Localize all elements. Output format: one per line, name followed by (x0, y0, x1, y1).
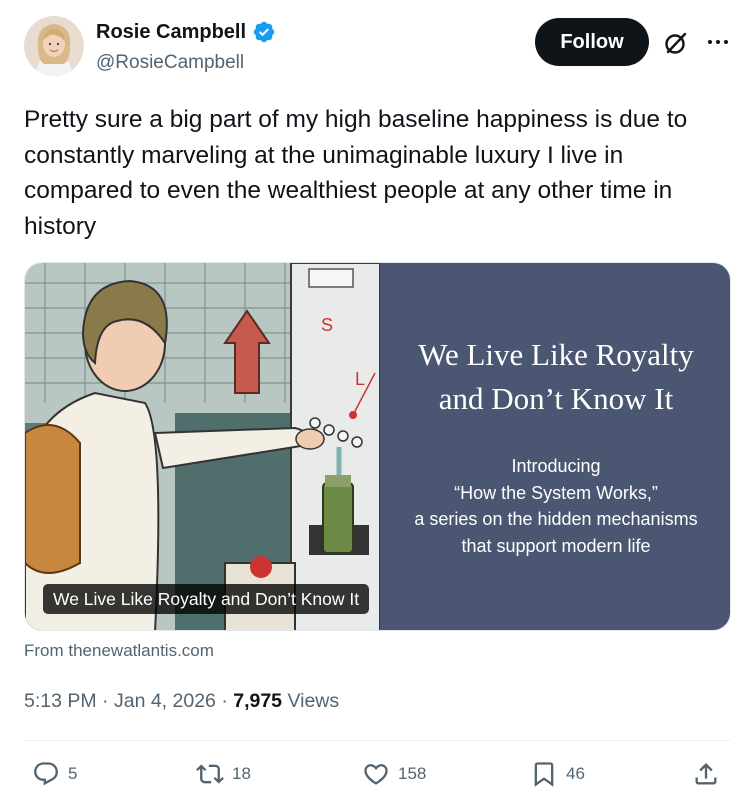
card-source[interactable]: From thenewatlantis.com (24, 641, 214, 661)
card-intro-line: “How the System Works,” (454, 482, 658, 503)
bookmark-button[interactable]: 46 (530, 760, 585, 788)
like-button[interactable]: 158 (362, 760, 426, 788)
grok-icon[interactable] (663, 30, 689, 56)
card-title-line: We Live Like Royalty (418, 337, 694, 372)
link-card[interactable]: S L We Live Like Royalty and Don’t Know … (24, 262, 731, 631)
repost-count: 18 (232, 764, 251, 783)
reply-count: 5 (68, 764, 78, 783)
repost-icon (196, 764, 224, 784)
verified-badge-icon[interactable] (252, 20, 276, 44)
views-label: Views (287, 690, 340, 712)
meta-separator: · (221, 690, 228, 712)
bookmark-count: 46 (566, 764, 585, 783)
like-count: 158 (398, 764, 427, 783)
card-intro-line: a series on the hidden mechanisms (414, 509, 698, 529)
svg-text:L: L (355, 369, 365, 389)
share-button[interactable] (692, 760, 720, 788)
more-options-icon[interactable] (704, 30, 732, 54)
tweet-time[interactable]: 5:13 PM (24, 690, 97, 712)
action-bar: 5 18 158 46 (0, 760, 755, 794)
author-name[interactable]: Rosie Campbell (96, 21, 246, 44)
card-intro-line: Introducing (511, 456, 601, 476)
card-illustration: S L (25, 263, 381, 630)
card-panel: We Live Like Royalty and Don’t Know It I… (380, 263, 730, 630)
author-handle[interactable]: @RosieCampbell (96, 52, 244, 74)
meta-separator: · (102, 690, 109, 712)
author-avatar[interactable] (24, 16, 84, 76)
divider (24, 740, 731, 741)
tweet-date[interactable]: Jan 4, 2026 (114, 690, 216, 712)
views-count: 7,975 (233, 690, 283, 712)
tweet-meta: 5:13 PM · Jan 4, 2026 · 7,975 Views (24, 690, 339, 713)
card-title: We Live Like Royalty and Don’t Know It (380, 333, 730, 421)
repost-button[interactable]: 18 (196, 760, 251, 788)
card-intro-line: that support modern life (461, 535, 651, 556)
tweet-text: Pretty sure a big part of my high baseli… (24, 106, 688, 240)
heart-icon (364, 764, 388, 785)
reply-button[interactable]: 5 (32, 760, 77, 788)
follow-button[interactable]: Follow (535, 18, 649, 66)
card-title-line: and Don’t Know It (438, 381, 674, 416)
share-icon (695, 763, 717, 785)
reply-icon (34, 762, 58, 786)
bookmark-icon (534, 762, 554, 787)
card-caption: We Live Like Royalty and Don’t Know It (43, 584, 370, 614)
svg-text:S: S (321, 315, 333, 335)
card-intro: Introducing “How the System Works,” a se… (380, 453, 730, 559)
